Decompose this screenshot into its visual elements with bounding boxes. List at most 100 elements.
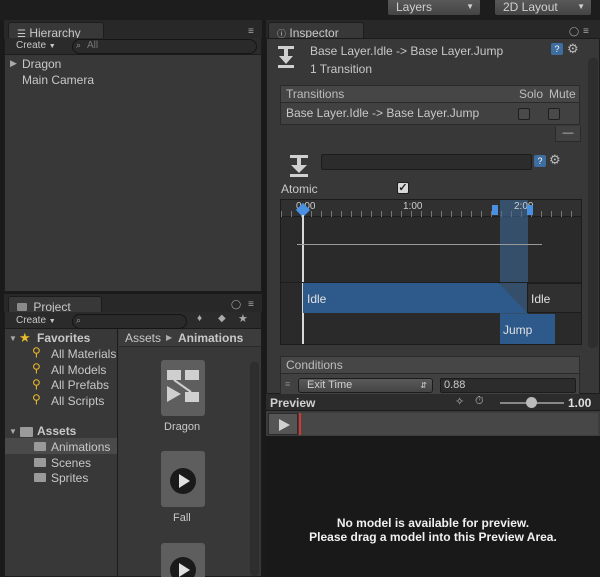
transition-start-marker[interactable] [492,205,498,215]
timer-icon[interactable]: ⏱ [475,395,484,408]
transitions-header-label: Transitions [286,87,345,101]
condition-value-field[interactable]: 0.88 [440,378,576,393]
gear-icon[interactable]: ⚙ [549,152,561,168]
folder-item-scenes[interactable]: Scenes [51,456,91,470]
project-search-input[interactable]: ⌕ [72,314,187,329]
favorite-item-all-models[interactable]: All Models [51,363,106,377]
hierarchy-item-main-camera[interactable]: Main Camera [22,73,94,87]
preview-area [266,437,600,577]
layout-label: 2D Layout [503,0,558,14]
play-icon [170,557,196,577]
clip-idle-target-label: Idle [531,292,551,306]
mute-header-label: Mute [549,87,576,101]
asset-label-fall: Fall [173,512,191,524]
atomic-label: Atomic [281,182,318,196]
folder-item-animations[interactable]: Animations [51,440,110,454]
layout-dropdown[interactable]: 2D Layout ▼ [494,0,592,16]
chevron-down-icon: ▼ [466,2,474,11]
clip-jump-label: Jump [503,323,533,337]
inspector-title: Base Layer.Idle -> Base Layer.Jump [310,44,504,58]
search-icon: ⚲ [32,392,41,406]
favorite-item-all-scripts[interactable]: All Scripts [51,394,104,408]
transition-end-marker[interactable] [527,205,533,215]
breadcrumb-animations[interactable]: Animations [178,331,243,345]
condition-param-dropdown[interactable]: Exit Time ⇵ [298,378,433,393]
star-icon[interactable]: ★ [238,312,248,325]
favorite-item-all-materials[interactable]: All Materials [51,347,116,361]
asset-thumb-dragon[interactable] [161,360,205,416]
lock-icon[interactable]: ◯ [231,299,241,310]
hierarchy-item-dragon[interactable]: Dragon [22,57,61,71]
preview-title: Preview [270,396,316,410]
inspector-subtitle: 1 Transition [310,62,373,76]
expand-arrow-icon[interactable]: ▼ [9,334,17,343]
preview-play-button[interactable] [268,413,298,435]
expand-arrow-icon[interactable]: ▶ [10,58,17,69]
project-scrollbar[interactable] [250,362,259,576]
create-label: Create [16,315,47,326]
playhead-line [302,215,304,344]
chevron-updown-icon: ⇵ [420,381,427,390]
help-icon[interactable]: ? [551,43,563,55]
folder-icon [34,458,46,467]
transition-timeline[interactable]: 0:00 1:00 2:00 Idle Idle Jump [280,199,582,345]
solo-header-label: Solo [519,87,544,101]
chevron-down-icon: ▼ [48,318,56,325]
asset-label-dragon: Dragon [164,421,201,433]
preview-message-line2: Please drag a model into this Preview Ar… [309,530,557,544]
conditions-header-label: Conditions [286,358,343,372]
preview-scrubber[interactable] [299,413,598,435]
gear-icon[interactable]: ⚙ [567,41,579,57]
mute-toggle[interactable] [548,108,560,120]
lock-icon[interactable]: ◯ [569,26,579,37]
atomic-checkbox[interactable]: ✓ [397,182,409,194]
timeline-tick-marks [281,211,581,217]
favorite-item-all-prefabs[interactable]: All Prefabs [51,378,109,392]
layers-dropdown[interactable]: Layers ▼ [387,0,481,16]
search-icon: ⚲ [32,377,41,391]
clip-idle-source[interactable] [303,283,527,313]
filter-by-type-icon[interactable]: ♦ [197,313,202,324]
speed-slider-thumb[interactable] [526,397,537,408]
project-create-button[interactable]: Create ▼ [10,313,62,328]
panel-menu-icon[interactable]: ≡ [583,26,589,37]
folder-icon [17,303,27,311]
panel-menu-icon[interactable]: ≡ [248,26,254,37]
search-icon: ⌕ [76,40,82,50]
hierarchy-create-button[interactable]: Create ▼ [10,38,62,53]
breadcrumb-arrow-icon: ▶ [166,333,173,342]
favorites-header[interactable]: Favorites [37,331,90,345]
create-label: Create [16,40,47,51]
breadcrumb-assets[interactable]: Assets [125,331,161,345]
folder-icon [34,473,46,482]
minus-icon: — [562,127,574,139]
hierarchy-search-input[interactable]: ⌕ All [72,39,257,54]
chevron-down-icon: ▼ [48,43,56,50]
asset-thumb-partial[interactable] [161,543,205,577]
drag-handle-icon[interactable]: ≡ [285,379,290,389]
solo-toggle[interactable] [518,108,530,120]
preview-scrub-marker[interactable] [299,413,301,435]
search-icon: ⌕ [76,315,82,325]
timeline-curve [297,244,542,245]
panel-menu-icon[interactable]: ≡ [248,299,254,310]
inspector-scrollbar[interactable] [588,58,598,348]
assets-header[interactable]: Assets [37,424,76,438]
animator-controller-icon [167,370,199,402]
pivot-icon[interactable]: ✧ [455,395,464,408]
filter-by-label-icon[interactable]: ◆ [218,313,226,324]
transition-name-field[interactable] [321,154,532,170]
expand-arrow-icon[interactable]: ▼ [9,427,17,436]
search-icon: ⚲ [32,361,41,375]
folder-icon [20,427,33,437]
timeline-tick-label: 1:00 [403,201,423,212]
star-icon: ★ [19,330,31,345]
check-icon: ✓ [398,182,408,194]
remove-transition-button[interactable]: — [555,126,581,142]
folder-item-sprites[interactable]: Sprites [51,471,88,485]
asset-thumb-fall[interactable] [161,451,205,507]
help-icon[interactable]: ? [534,155,546,167]
transition-row-label[interactable]: Base Layer.Idle -> Base Layer.Jump [286,106,479,120]
layers-label: Layers [396,0,433,14]
preview-message-line1: No model is available for preview. [336,516,530,530]
